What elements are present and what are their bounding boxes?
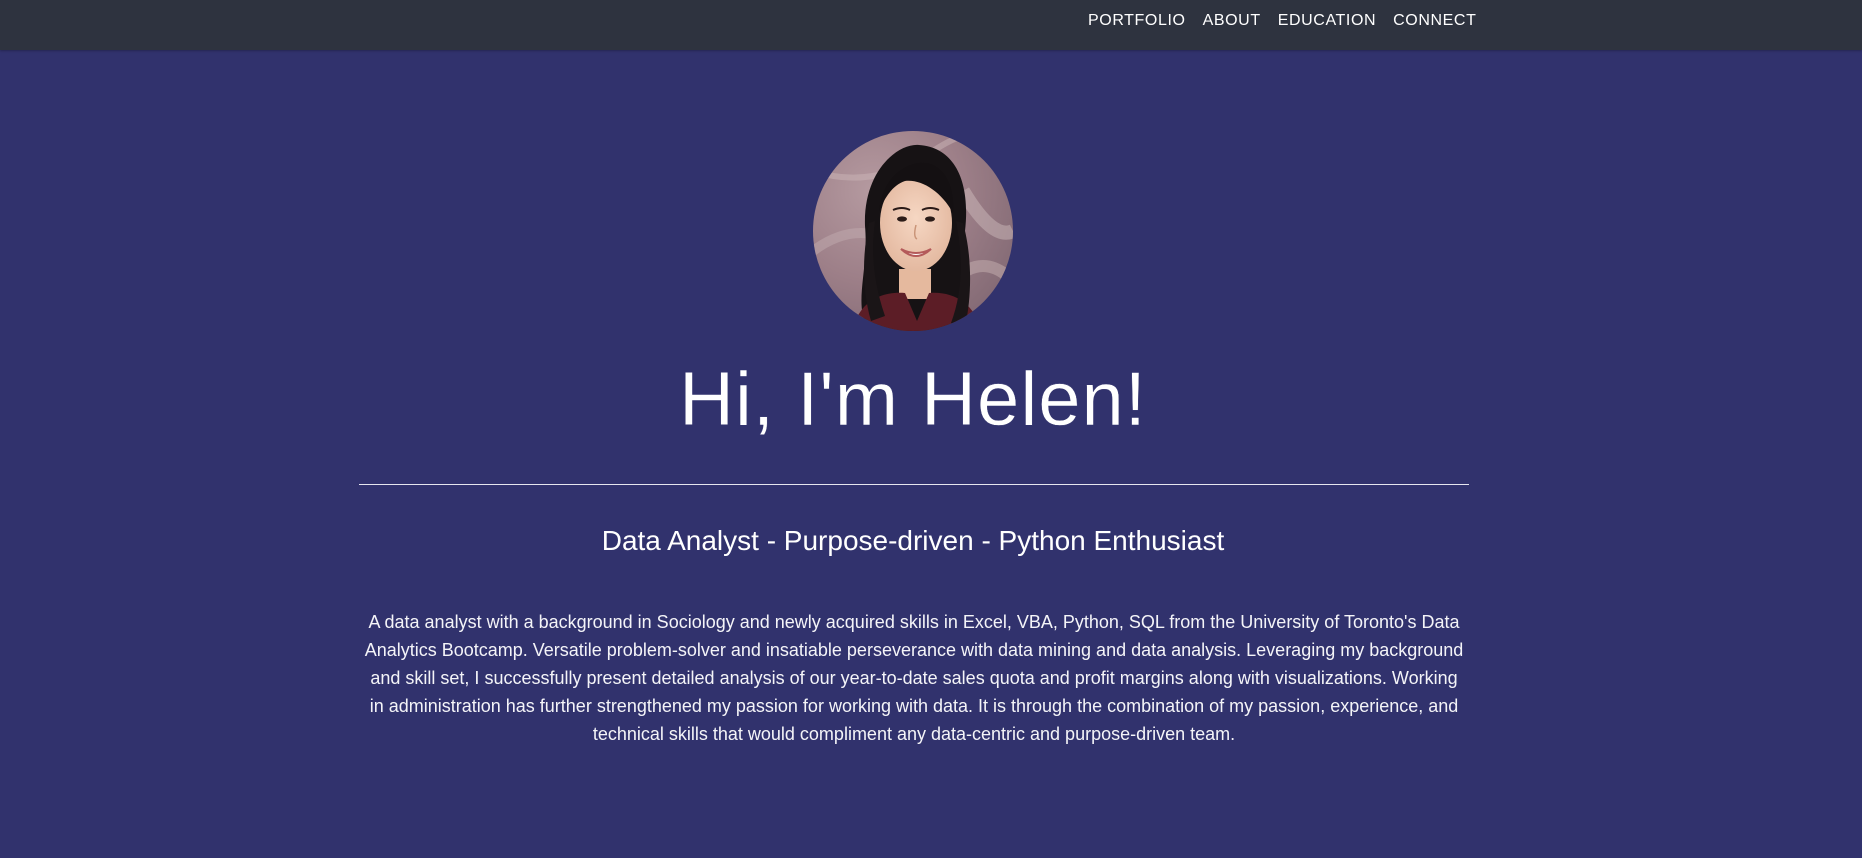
nav-link-portfolio[interactable]: PORTFOLIO	[1088, 12, 1186, 30]
nav-link-education[interactable]: EDUCATION	[1278, 12, 1376, 30]
hero-section: Hi, I'm Helen! Data Analyst - Purpose-dr…	[0, 50, 1862, 858]
avatar	[813, 131, 1013, 331]
tagline: Data Analyst - Purpose-driven - Python E…	[601, 525, 1225, 556]
top-navbar: PORTFOLIO ABOUT EDUCATION CONNECT	[0, 0, 1862, 50]
title-divider	[359, 484, 1469, 485]
avatar-portrait-image	[813, 131, 1013, 331]
page-title: Hi, I'm Helen!	[679, 357, 1147, 442]
nav-link-connect[interactable]: CONNECT	[1393, 12, 1476, 30]
nav-link-about[interactable]: ABOUT	[1203, 12, 1261, 30]
nav-links: PORTFOLIO ABOUT EDUCATION CONNECT	[1088, 0, 1476, 42]
bio-paragraph: A data analyst with a background in Soci…	[364, 612, 1464, 744]
